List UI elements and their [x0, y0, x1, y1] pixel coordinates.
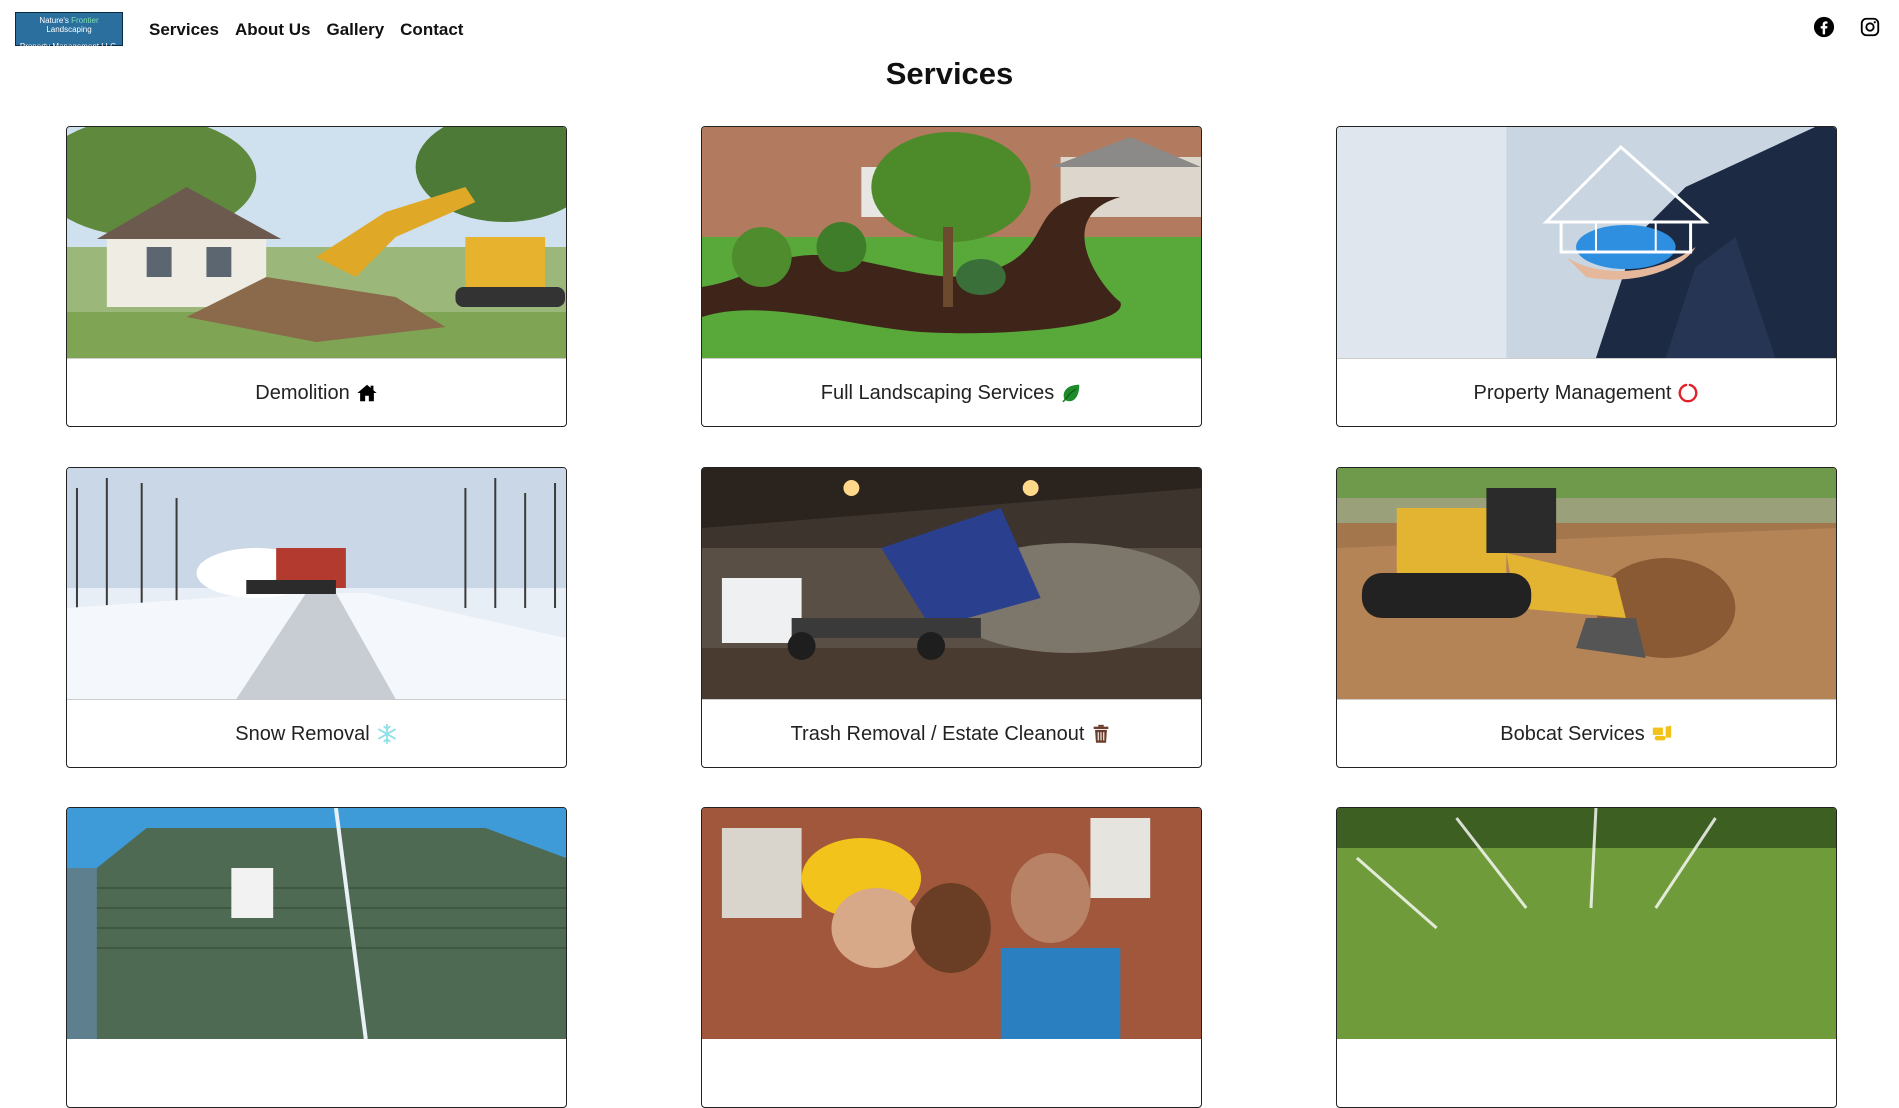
house-icon [357, 384, 377, 402]
instagram-icon[interactable] [1859, 16, 1881, 38]
bobcat-photo [1337, 468, 1836, 699]
service-label: Demolition [255, 381, 350, 404]
facebook-icon[interactable] [1813, 16, 1835, 38]
irrigation-sprinkler-photo [1337, 808, 1836, 1039]
circle-notch-icon [1679, 383, 1698, 403]
service-label: Property Management [1473, 381, 1672, 404]
service-caption: Trash Removal / Estate Cleanout [702, 699, 1201, 767]
nav-link-gallery[interactable]: Gallery [327, 20, 385, 40]
nav-link-contact[interactable]: Contact [400, 20, 463, 40]
top-navbar: Nature's Frontier Landscaping Property M… [0, 0, 1899, 58]
service-card-siding[interactable] [66, 807, 567, 1108]
siding-house-photo [67, 808, 566, 1039]
service-label: Full Landscaping Services [820, 381, 1055, 404]
snow-removal-photo [67, 468, 566, 699]
trash-icon [1094, 724, 1109, 743]
snowflake-icon [377, 723, 396, 745]
demolition-photo [67, 127, 566, 358]
logo-text: Nature's [39, 16, 69, 25]
service-caption: Bobcat Services [1337, 699, 1836, 767]
trash-removal-photo [702, 468, 1201, 699]
service-label: Snow Removal [235, 722, 370, 745]
page-title: Services [885, 56, 1014, 91]
service-card-irrigation[interactable] [1336, 807, 1837, 1108]
service-card-contractors[interactable] [701, 807, 1202, 1108]
service-card-bobcat[interactable]: Bobcat Services [1336, 467, 1837, 768]
logo-text-accent: Frontier [71, 16, 99, 25]
landscaping-photo [702, 127, 1201, 358]
service-card-landscaping[interactable]: Full Landscaping Services [701, 126, 1202, 427]
service-card-trash-removal[interactable]: Trash Removal / Estate Cleanout [701, 467, 1202, 768]
property-management-photo [1337, 127, 1836, 358]
logo-text: Landscaping [46, 25, 92, 34]
service-caption: Property Management [1337, 358, 1836, 426]
service-card-property-management[interactable]: Property Management [1336, 126, 1837, 427]
leaf-icon [1062, 384, 1080, 403]
logo-subtext: Property Management LLC. [19, 42, 119, 51]
service-card-snow-removal[interactable]: Snow Removal [66, 467, 567, 768]
service-label: Bobcat Services [1500, 722, 1645, 745]
company-logo[interactable]: Nature's Frontier Landscaping Property M… [15, 12, 123, 51]
contractors-photo [702, 808, 1201, 1039]
bulldozer-icon [1652, 725, 1671, 741]
service-caption: Demolition [67, 358, 566, 426]
service-caption: Snow Removal [67, 699, 566, 767]
service-label: Trash Removal / Estate Cleanout [790, 722, 1085, 745]
nav-link-services[interactable]: Services [149, 20, 219, 40]
main-menu: Services About Us Gallery Contact [149, 20, 463, 40]
nav-link-about-us[interactable]: About Us [235, 20, 311, 40]
service-card-demolition[interactable]: Demolition [66, 126, 567, 427]
service-caption: Full Landscaping Services [702, 358, 1201, 426]
